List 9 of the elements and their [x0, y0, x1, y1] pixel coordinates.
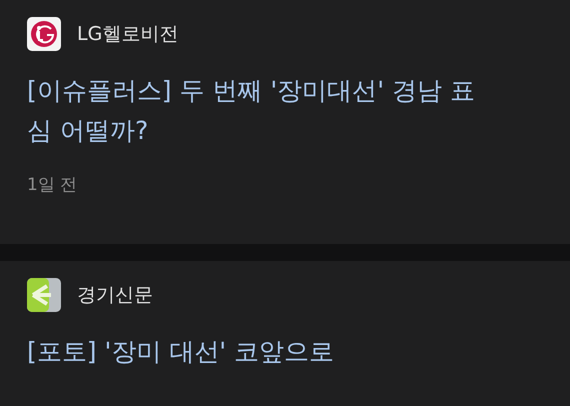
source-name: LG헬로비전: [77, 22, 178, 47]
source-name: 경기신문: [77, 283, 153, 308]
headline[interactable]: [포토] '장미 대선' 코앞으로: [27, 332, 497, 372]
headline[interactable]: [이슈플러스] 두 번째 '장미대선' 경남 표심 어떨까?: [27, 71, 497, 151]
logo-icon: [27, 278, 61, 312]
news-card[interactable]: 경기신문 [포토] '장미 대선' 코앞으로: [0, 261, 570, 406]
news-card[interactable]: LG헬로비전 [이슈플러스] 두 번째 '장미대선' 경남 표심 어떨까? 1일 전: [0, 0, 570, 244]
timestamp: 1일 전: [27, 174, 78, 196]
logo-icon: [27, 17, 61, 51]
